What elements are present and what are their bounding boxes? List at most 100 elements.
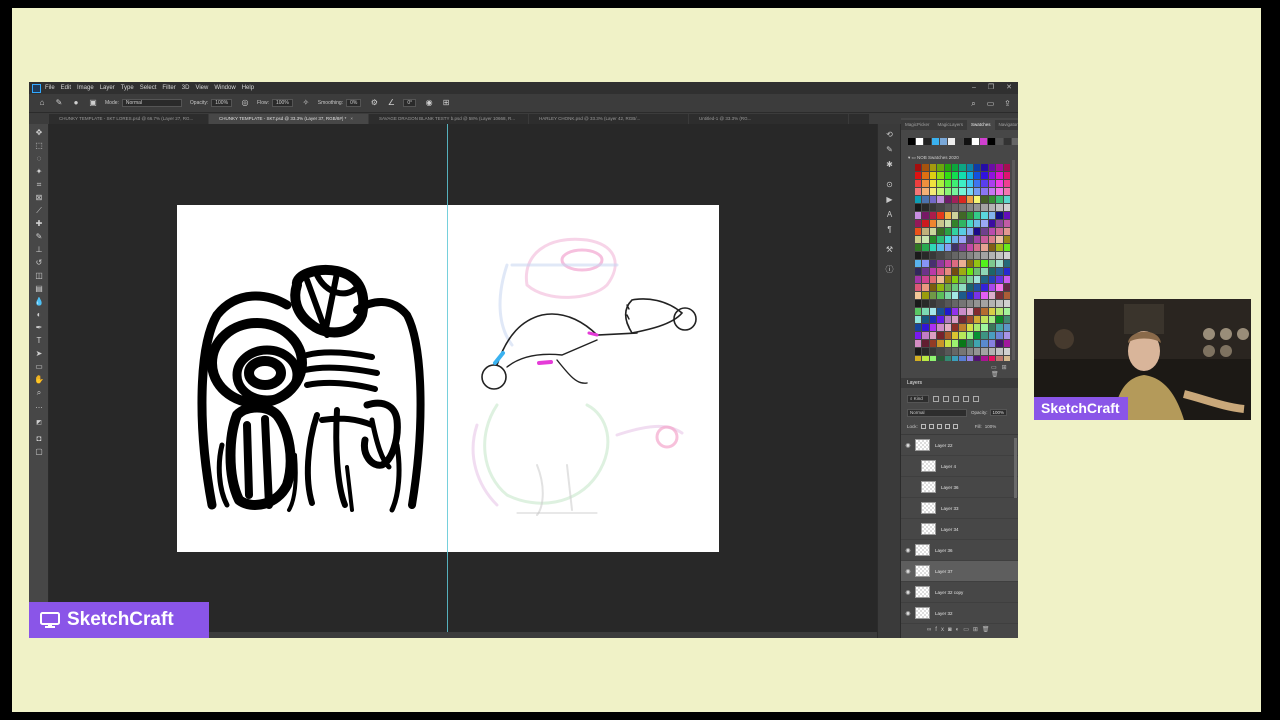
swatch[interactable] <box>922 308 929 315</box>
layer-row[interactable]: ◉ Layer 36 <box>901 540 1018 561</box>
symmetry-icon[interactable]: ⊞ <box>441 98 451 108</box>
swatch[interactable] <box>996 308 1003 315</box>
swatch[interactable] <box>988 308 996 315</box>
swatch[interactable] <box>974 180 981 187</box>
swatch[interactable] <box>981 180 988 187</box>
swatch[interactable] <box>996 180 1003 187</box>
brush-tool-icon[interactable]: ✎ <box>54 98 64 108</box>
swatch[interactable] <box>915 340 922 347</box>
swatch-folder[interactable]: ▾ ▭ NOB Swatches 2020 <box>908 155 959 161</box>
swatch[interactable] <box>981 268 988 275</box>
adjustment-filter-icon[interactable] <box>943 395 949 402</box>
recent-swatch[interactable] <box>1012 138 1018 145</box>
share-icon[interactable]: ⇪ <box>1003 99 1012 108</box>
airbrush-icon[interactable]: ✧ <box>301 98 311 108</box>
swatch[interactable] <box>981 308 988 315</box>
zoom-tool-icon[interactable]: ⌕ <box>34 388 44 398</box>
layer-row[interactable]: Layer 4 <box>901 456 1018 477</box>
swatch[interactable] <box>951 172 959 179</box>
recent-swatch[interactable] <box>940 138 947 145</box>
swatch[interactable] <box>1003 196 1010 203</box>
shape-filter-icon[interactable] <box>963 395 969 402</box>
tab-document-1[interactable]: CHUNKY TEMPLATE - SKT LORES.psd @ 66.7% … <box>49 114 209 124</box>
swatch[interactable] <box>981 292 988 299</box>
eye-icon[interactable]: ◉ <box>901 589 915 596</box>
swatch[interactable] <box>951 228 959 235</box>
swatch[interactable] <box>996 340 1003 347</box>
swatch[interactable] <box>944 316 951 323</box>
trash-icon[interactable]: 🗑 <box>982 627 994 633</box>
swatch[interactable] <box>929 228 937 235</box>
swatch[interactable] <box>988 188 996 195</box>
swatch[interactable] <box>988 340 996 347</box>
swatch[interactable] <box>915 300 922 307</box>
tab-navigator[interactable]: Navigator <box>995 120 1018 130</box>
swatch[interactable] <box>929 252 937 259</box>
swatch[interactable] <box>988 244 996 251</box>
swatch[interactable] <box>944 172 951 179</box>
lasso-tool-icon[interactable]: ◌ <box>34 154 44 164</box>
swatch[interactable] <box>981 196 988 203</box>
swatch[interactable] <box>966 276 974 283</box>
swatch[interactable] <box>915 356 922 361</box>
swatch[interactable] <box>996 284 1003 291</box>
swatch[interactable] <box>951 324 959 331</box>
swatch[interactable] <box>922 340 929 347</box>
swatch[interactable] <box>929 268 937 275</box>
swatch[interactable] <box>1003 276 1010 283</box>
fill-field[interactable]: 100% <box>985 424 997 429</box>
swatch[interactable] <box>988 268 996 275</box>
swatch[interactable] <box>981 260 988 267</box>
gear-icon[interactable]: ⚙ <box>369 98 379 108</box>
swatch[interactable] <box>915 316 922 323</box>
swatch[interactable] <box>959 236 966 243</box>
swatch[interactable] <box>937 196 944 203</box>
swatch[interactable] <box>937 212 944 219</box>
swatch[interactable] <box>951 348 959 355</box>
swatch[interactable] <box>922 220 929 227</box>
swatch[interactable] <box>974 188 981 195</box>
swatch[interactable] <box>951 292 959 299</box>
swatch[interactable] <box>944 204 951 211</box>
swatch[interactable] <box>988 196 996 203</box>
swatch[interactable] <box>915 196 922 203</box>
swatch[interactable] <box>974 268 981 275</box>
swatch[interactable] <box>981 244 988 251</box>
swatch[interactable] <box>981 204 988 211</box>
kind-filter-select[interactable]: ⌕ Kind <box>907 394 929 403</box>
more-tools-icon[interactable]: … <box>34 401 44 411</box>
swatch[interactable] <box>959 180 966 187</box>
swatch[interactable] <box>981 228 988 235</box>
swatch[interactable] <box>915 276 922 283</box>
swatch[interactable] <box>937 228 944 235</box>
swatch[interactable] <box>996 172 1003 179</box>
swatch[interactable] <box>974 220 981 227</box>
swatch[interactable] <box>922 276 929 283</box>
eye-icon[interactable]: ◉ <box>901 610 915 617</box>
swatch[interactable] <box>988 300 996 307</box>
swatch[interactable] <box>922 324 929 331</box>
swatch[interactable] <box>974 300 981 307</box>
swatch[interactable] <box>959 276 966 283</box>
swatch[interactable] <box>915 252 922 259</box>
swatch[interactable] <box>929 260 937 267</box>
swatch[interactable] <box>966 340 974 347</box>
swatch[interactable] <box>937 356 944 361</box>
swatch[interactable] <box>922 180 929 187</box>
swatch[interactable] <box>996 196 1003 203</box>
layer-row[interactable]: ◉ Layer 32 <box>901 603 1018 624</box>
swatch[interactable] <box>959 244 966 251</box>
swatch[interactable] <box>937 244 944 251</box>
swatch[interactable] <box>951 204 959 211</box>
swatch[interactable] <box>959 220 966 227</box>
swatch[interactable] <box>915 212 922 219</box>
swatch[interactable] <box>951 300 959 307</box>
swatch[interactable] <box>951 260 959 267</box>
swatch[interactable] <box>929 180 937 187</box>
swatch[interactable] <box>929 332 937 339</box>
swatch[interactable] <box>922 332 929 339</box>
swatch[interactable] <box>959 268 966 275</box>
swatch[interactable] <box>996 324 1003 331</box>
swatch[interactable] <box>959 228 966 235</box>
swatch[interactable] <box>944 356 951 361</box>
